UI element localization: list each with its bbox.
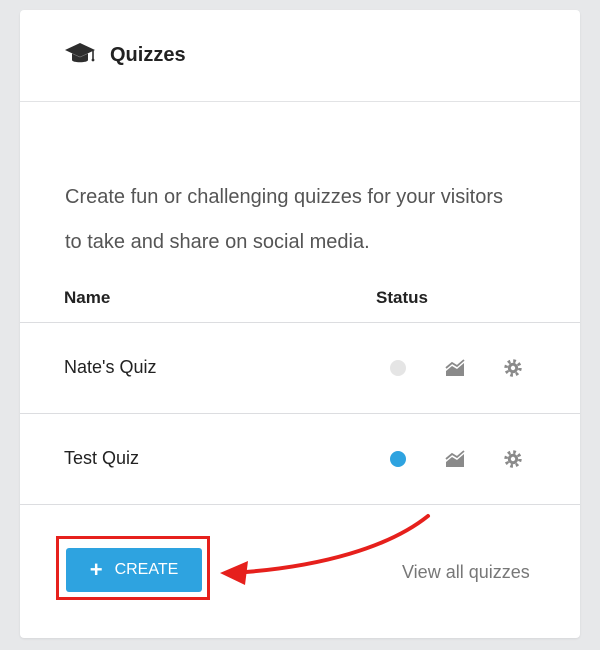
table-header: Name Status bbox=[20, 278, 580, 323]
graduation-cap-icon bbox=[65, 43, 95, 63]
quiz-name: Test Quiz bbox=[64, 448, 140, 468]
create-button[interactable]: + CREATE bbox=[66, 548, 202, 592]
plus-icon: + bbox=[89, 557, 103, 582]
column-header-name: Name bbox=[64, 288, 111, 307]
card-title: Quizzes bbox=[110, 44, 186, 66]
create-button-label: CREATE bbox=[114, 561, 179, 578]
card-header: Quizzes bbox=[20, 10, 580, 102]
quizzes-card: Quizzes Create fun or challenging quizze… bbox=[20, 10, 580, 638]
quiz-row: Test Quiz bbox=[20, 414, 580, 505]
gear-icon[interactable] bbox=[502, 358, 524, 378]
gear-icon[interactable] bbox=[502, 449, 524, 469]
status-indicator[interactable] bbox=[390, 360, 406, 376]
quiz-name: Nate's Quiz bbox=[64, 357, 157, 377]
view-all-quizzes-link[interactable]: View all quizzes bbox=[402, 562, 530, 583]
analytics-chart-icon[interactable] bbox=[444, 449, 466, 469]
column-header-status: Status bbox=[376, 288, 428, 307]
quiz-row: Nate's Quiz bbox=[20, 323, 580, 414]
analytics-chart-icon[interactable] bbox=[444, 358, 466, 378]
status-indicator[interactable] bbox=[390, 451, 406, 467]
card-description: Create fun or challenging quizzes for yo… bbox=[65, 186, 503, 253]
